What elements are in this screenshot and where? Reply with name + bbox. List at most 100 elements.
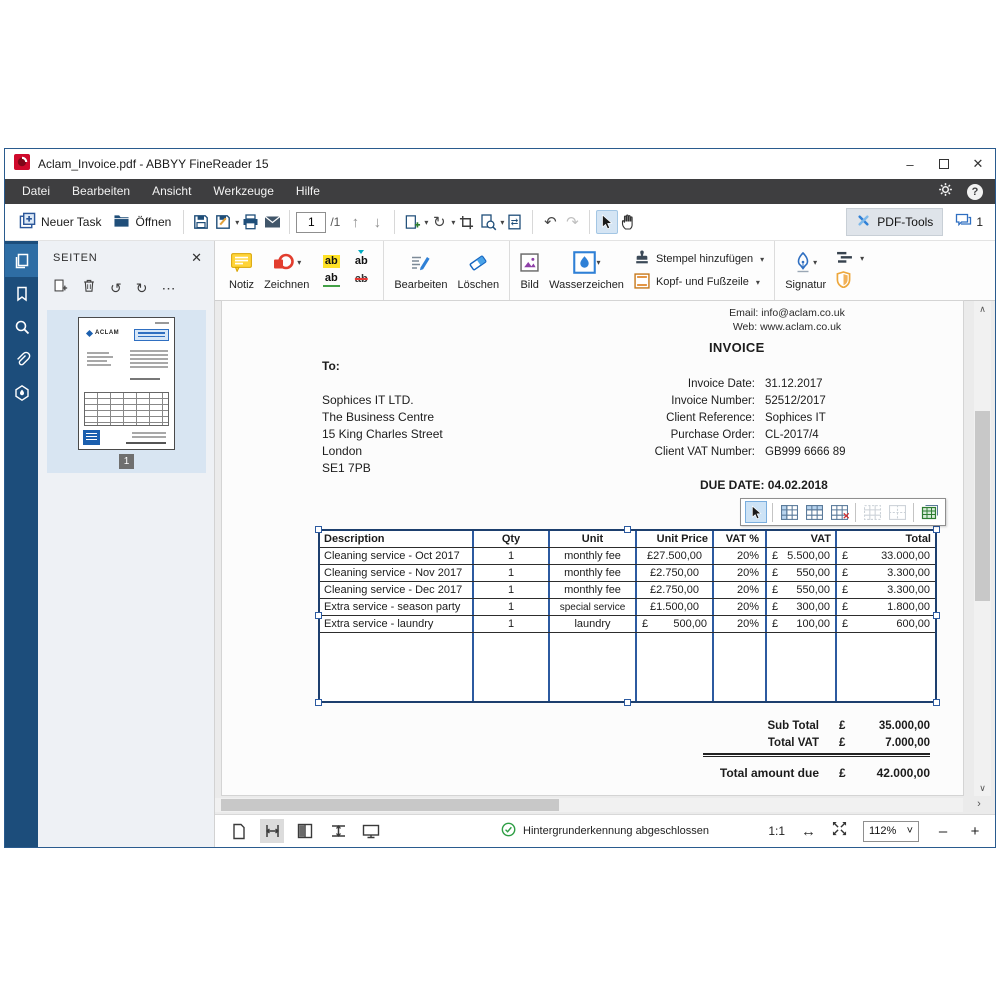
thumb-recognition-icon [83,430,100,445]
panel-rotate-right-button[interactable]: ↻ [136,280,148,297]
image-button[interactable]: Bild [520,251,539,291]
previous-page-button[interactable]: ↑ [344,210,366,234]
scroll-right-arrow[interactable]: › [971,798,987,812]
nav-search-button[interactable] [5,310,38,343]
add-page-button[interactable] [401,210,423,234]
nav-attachments-button[interactable] [5,343,38,376]
preview-search-button[interactable] [477,210,499,234]
add-stamp-button[interactable]: Stempel hinzufügen ▾ [634,250,764,269]
background-recognition-status: Hintergrunderkennung abgeschlossen [501,822,709,840]
table-resize-handle[interactable] [933,612,940,619]
crop-button[interactable] [455,210,477,234]
page-number-input[interactable] [296,212,326,233]
new-task-button[interactable]: Neuer Task [13,209,107,235]
actual-size-button[interactable]: 1:1 [768,824,785,838]
horizontal-scrollbar-thumb[interactable] [221,799,559,811]
table-header-row: Description Qty Unit Unit Price VAT % VA… [320,531,935,548]
menu-ansicht[interactable]: Ansicht [141,179,202,204]
table-resize-handle[interactable] [315,699,322,706]
close-button[interactable]: ✕ [961,149,995,179]
underline-text-button[interactable]: ab [323,272,340,287]
table-resize-handle[interactable] [933,526,940,533]
hand-tool-button[interactable] [618,210,640,234]
vertical-scrollbar-thumb[interactable] [975,411,990,601]
view-presentation-button[interactable] [359,819,383,843]
pdf-tools-button[interactable]: PDF-Tools [846,208,943,236]
minimize-button[interactable]: – [893,149,927,179]
redact-button[interactable]: ▾ [836,251,864,267]
page-thumbnail-selected[interactable]: ACLAM 1 [47,310,206,473]
fit-screen-button[interactable] [832,821,847,841]
select-tool-button[interactable] [596,210,618,234]
table-empty-row [320,633,935,701]
note-button[interactable]: Notiz [229,251,254,291]
rotate-button[interactable]: ↻ [428,210,450,234]
zoom-level-select[interactable]: 112% ˅ [863,821,919,842]
print-button[interactable] [239,210,261,234]
thumb-line [155,322,169,324]
watermark-button[interactable]: ▾ Wasserzeichen [549,251,624,291]
protect-button[interactable] [836,271,864,291]
table-mode-tool[interactable] [919,501,941,523]
table-select-tool[interactable] [745,501,767,523]
vertical-scrollbar[interactable]: ∧ ∨ [974,301,991,796]
panel-add-page-button[interactable] [53,278,68,298]
highlight-text-button[interactable]: ab [323,255,340,268]
horizontal-scrollbar[interactable] [215,798,963,812]
menu-bearbeiten[interactable]: Bearbeiten [61,179,141,204]
fit-width-button[interactable]: ↔ [801,823,816,840]
view-continuous-button[interactable] [326,819,350,843]
insert-column-tool[interactable] [778,501,800,523]
split-cells-tool[interactable] [886,501,908,523]
draw-button[interactable]: ▾ Zeichnen [264,251,309,291]
nav-signature-button[interactable] [5,376,38,409]
delete-cells-tool[interactable]: ✕ [828,501,850,523]
strikethrough-text-button[interactable]: ab [353,273,370,286]
redo-button[interactable]: ↷ [561,210,583,234]
view-single-page-button[interactable] [227,819,251,843]
panel-rotate-left-button[interactable]: ↺ [110,280,122,297]
nav-pages-button[interactable] [5,244,38,277]
menu-hilfe[interactable]: Hilfe [285,179,331,204]
convert-page-button[interactable]: ⇄ [504,210,526,234]
insert-row-tool[interactable] [803,501,825,523]
zoom-out-button[interactable]: – [935,823,951,840]
table-resize-handle[interactable] [315,526,322,533]
next-page-button[interactable]: ↓ [366,210,388,234]
open-button[interactable]: Öffnen [107,210,177,234]
table-resize-handle[interactable] [624,699,631,706]
insert-text-button[interactable]: ab [353,255,370,268]
undo-button[interactable]: ↶ [539,210,561,234]
table-resize-handle[interactable] [933,699,940,706]
menu-werkzeuge[interactable]: Werkzeuge [202,179,284,204]
menu-bar: Datei Bearbeiten Ansicht Werkzeuge Hilfe… [5,179,995,204]
help-icon[interactable]: ? [967,184,983,200]
signature-button[interactable]: ▾ Signatur [785,251,826,291]
table-resize-handle[interactable] [624,526,631,533]
save-as-button[interactable] [212,210,234,234]
page-thumbnail[interactable]: ACLAM [78,317,175,450]
panel-more-button[interactable]: ⋯ [161,280,175,297]
scroll-down-arrow[interactable]: ∨ [974,780,991,796]
comments-button[interactable]: 1 [955,213,983,231]
table-resize-handle[interactable] [315,612,322,619]
erase-button[interactable]: Löschen [458,251,500,291]
scroll-up-arrow[interactable]: ∧ [974,301,991,317]
panel-delete-page-button[interactable] [82,278,96,298]
signature-pen-icon: ▾ [794,251,817,275]
maximize-button[interactable] [927,149,961,179]
view-two-pages-button[interactable] [293,819,317,843]
menu-datei[interactable]: Datei [11,179,61,204]
view-fit-width-button[interactable] [260,819,284,843]
settings-gear-icon[interactable] [938,182,953,202]
header-footer-button[interactable]: Kopf- und Fußzeile ▾ [634,273,764,292]
edit-button[interactable]: Bearbeiten [394,251,447,291]
main-toolbar: Neuer Task Öffnen ▾ /1 ↑ ↓ ▾ ↻ ▾ ▾ ⇄ ↶ ↷ [5,204,995,241]
save-button[interactable] [190,210,212,234]
merge-cells-tool[interactable] [861,501,883,523]
email-icon[interactable] [261,210,283,234]
panel-close-icon[interactable]: ✕ [191,250,202,266]
invoice-to-label: To: [322,359,340,373]
nav-bookmarks-button[interactable] [5,277,38,310]
zoom-in-button[interactable]: + [967,823,983,840]
